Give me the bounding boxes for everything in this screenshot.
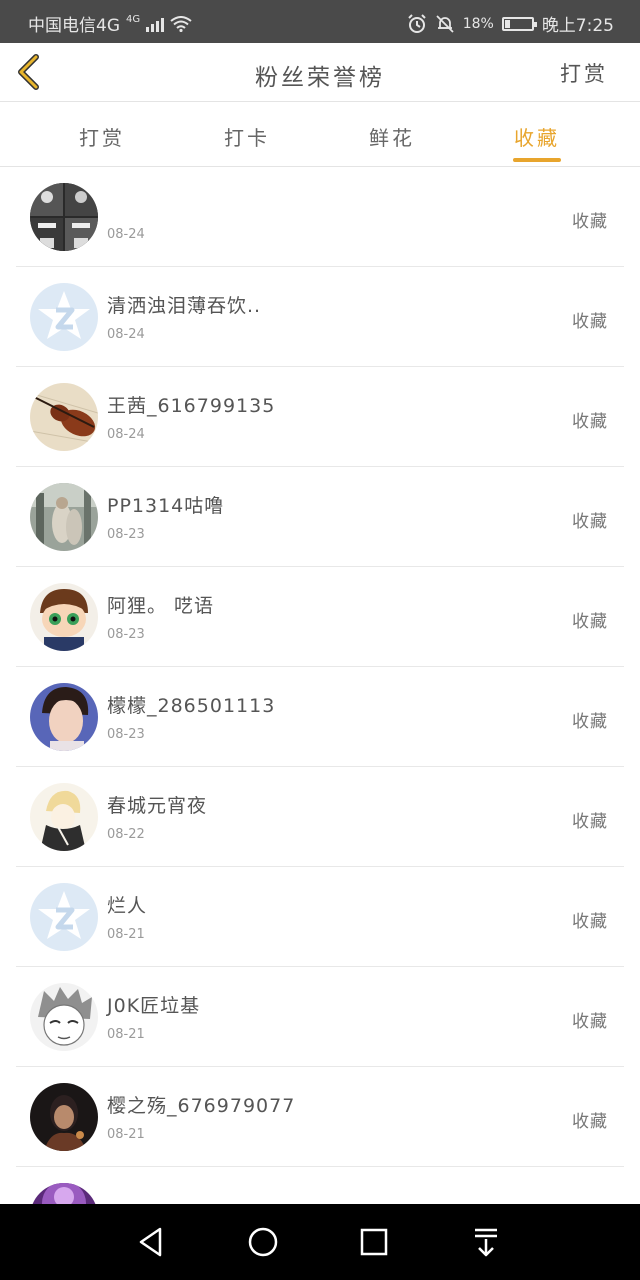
avatar[interactable]: [30, 383, 98, 451]
fan-date: 08-22: [107, 827, 145, 842]
wifi-icon: [170, 15, 192, 32]
mute-bell-icon: [436, 14, 454, 33]
active-tab-indicator: [513, 158, 561, 162]
system-nav-bar: [0, 1204, 640, 1280]
battery-percent: 18%: [462, 15, 494, 32]
favorite-label: 收藏: [572, 612, 608, 632]
favorite-label: 收藏: [572, 412, 608, 432]
favorite-label: 收藏: [572, 1112, 608, 1132]
back-icon[interactable]: [134, 1224, 170, 1260]
list-item[interactable]: PP1314咕噜 08-23 收藏: [16, 467, 624, 567]
notification-pull-icon[interactable]: [468, 1224, 504, 1260]
fan-date: 08-24: [107, 227, 145, 242]
tab-label: 打卡: [224, 126, 270, 150]
avatar[interactable]: [30, 1083, 98, 1151]
fan-name: 檬檬_286501113: [107, 695, 276, 717]
list-item[interactable]: 清洒浊泪薄吞饮.. 08-24 收藏: [16, 267, 624, 367]
favorite-label: 收藏: [572, 912, 608, 932]
avatar[interactable]: [30, 983, 98, 1051]
favorite-label: 收藏: [572, 512, 608, 532]
favorite-label: 收藏: [572, 712, 608, 732]
favorite-label: 收藏: [572, 212, 608, 232]
fan-name: J0K匠垃基: [107, 995, 201, 1017]
list-item[interactable]: J0K匠垃基 08-21 收藏: [16, 967, 624, 1067]
home-icon[interactable]: [245, 1224, 281, 1260]
favorite-label: 收藏: [572, 1012, 608, 1032]
avatar[interactable]: [30, 1183, 98, 1204]
page-title: 粉丝荣誉榜: [255, 65, 385, 91]
avatar[interactable]: [30, 483, 98, 551]
favorite-label: 收藏: [572, 812, 608, 832]
fan-name: 樱之殇_676979077: [107, 1095, 296, 1117]
list-item[interactable]: [16, 1167, 624, 1204]
fan-date: 08-23: [107, 727, 145, 742]
avatar[interactable]: [30, 583, 98, 651]
list-item[interactable]: 樱之殇_676979077 08-21 收藏: [16, 1067, 624, 1167]
network-type: 4G: [126, 14, 141, 25]
list-item[interactable]: 春城元宵夜 08-22 收藏: [16, 767, 624, 867]
fan-name: 阿狸。 呓语: [107, 595, 215, 617]
tab-flowers[interactable]: 鲜花: [342, 122, 442, 151]
fan-name: 烂人: [107, 895, 148, 917]
fan-name: PP1314咕噜: [107, 495, 225, 517]
favorite-label: 收藏: [572, 312, 608, 332]
tab-favorites[interactable]: 收藏: [487, 122, 587, 162]
alarm-icon: [407, 13, 426, 33]
avatar[interactable]: [30, 783, 98, 851]
list-item[interactable]: 檬檬_286501113 08-23 收藏: [16, 667, 624, 767]
battery-icon: [501, 16, 537, 31]
recents-icon[interactable]: [356, 1224, 392, 1260]
carrier-label: 中国电信4G: [28, 16, 120, 36]
list-item[interactable]: 烂人 08-21 收藏: [16, 867, 624, 967]
tab-bar: 打赏 打卡 鲜花 收藏: [0, 102, 640, 167]
fan-date: 08-21: [107, 927, 145, 942]
status-bar: 中国电信4G 4G 18% 晚上7:25: [0, 0, 640, 43]
signal-icon: [146, 16, 165, 32]
fan-date: 08-21: [107, 1027, 145, 1042]
fan-name: 王茜_616799135: [107, 395, 276, 417]
fan-name: 清洒浊泪薄吞饮..: [107, 295, 262, 317]
fan-list[interactable]: 08-24 收藏 清洒浊泪薄吞饮.. 08-24 收藏 王茜_616799135…: [0, 167, 640, 1204]
title-bar: 粉丝荣誉榜 打赏: [0, 43, 640, 102]
fan-date: 08-23: [107, 527, 145, 542]
list-item[interactable]: 王茜_616799135 08-24 收藏: [16, 367, 624, 467]
tab-label: 收藏: [514, 126, 560, 150]
avatar[interactable]: [30, 183, 98, 251]
avatar[interactable]: [30, 283, 98, 351]
reward-button[interactable]: 打赏: [560, 58, 608, 88]
list-item[interactable]: 08-24 收藏: [16, 167, 624, 267]
clock: 晚上7:25: [541, 16, 614, 36]
tab-label: 鲜花: [369, 126, 415, 150]
tab-checkin[interactable]: 打卡: [197, 122, 297, 151]
tab-reward[interactable]: 打赏: [52, 122, 152, 151]
tab-label: 打赏: [79, 126, 125, 150]
fan-name: 春城元宵夜: [107, 795, 208, 817]
avatar[interactable]: [30, 883, 98, 951]
fan-date: 08-21: [107, 1127, 145, 1142]
list-item[interactable]: 阿狸。 呓语 08-23 收藏: [16, 567, 624, 667]
fan-date: 08-23: [107, 627, 145, 642]
fan-date: 08-24: [107, 327, 145, 342]
avatar[interactable]: [30, 683, 98, 751]
fan-date: 08-24: [107, 427, 145, 442]
